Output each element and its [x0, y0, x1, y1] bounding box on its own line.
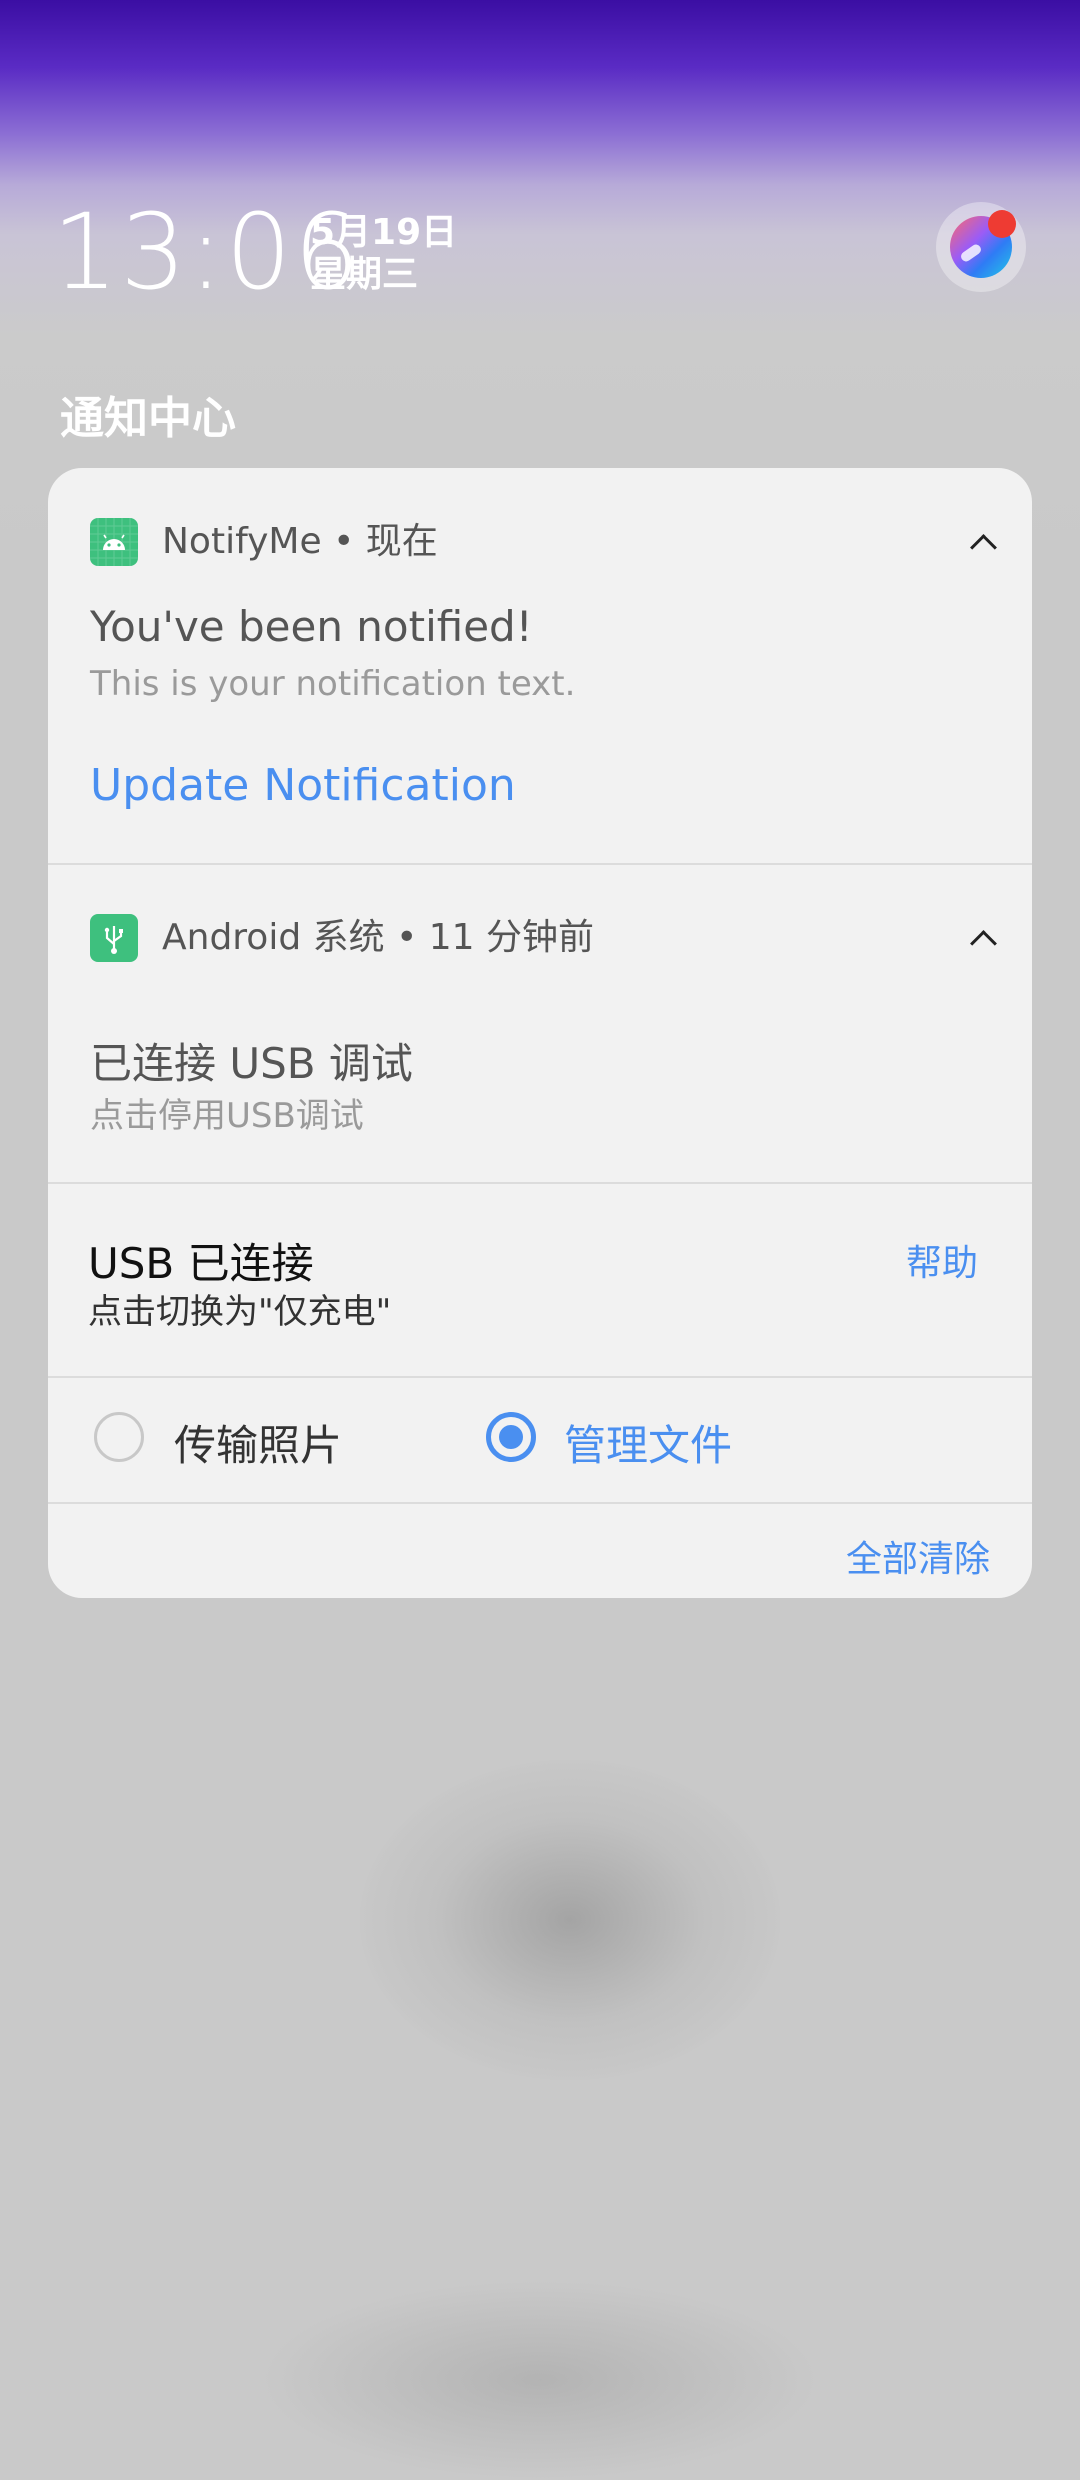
wallpaper-shadow-bottom [260, 2280, 820, 2480]
weekday-text: 星期三 [310, 254, 419, 295]
notification-badge [988, 210, 1016, 238]
assistant-avatar-button[interactable] [936, 202, 1026, 292]
notification-time: 现在 [365, 521, 438, 562]
option-label: 管理文件 [564, 1421, 733, 1470]
clear-all-button[interactable]: 全部清除 [846, 1530, 990, 1582]
date-text: 5月19日 [310, 212, 458, 253]
wallpaper-shadow [360, 1760, 780, 2080]
usb-icon [90, 914, 138, 962]
separator-dot: • [333, 521, 366, 562]
chevron-up-icon[interactable] [954, 908, 1014, 968]
app-name: NotifyMe [162, 521, 322, 562]
notification-card: NotifyMe • 现在 You've been notified! This… [48, 468, 1032, 1598]
notification-app-line: NotifyMe • 现在 [162, 512, 438, 572]
divider [48, 1182, 1032, 1184]
notification-title: 已连接 USB 调试 [90, 1039, 413, 1088]
usb-title: USB 已连接 [88, 1239, 314, 1288]
radio-checked[interactable] [486, 1412, 536, 1462]
option-label: 传输照片 [174, 1421, 343, 1470]
chevron-up-icon[interactable] [954, 512, 1014, 572]
app-name: Android 系统 [162, 917, 385, 958]
update-notification-button[interactable]: Update Notification [90, 760, 516, 811]
notification-text: 点击停用USB调试 [90, 1096, 364, 1136]
notification-app-line: Android 系统 • 11 分钟前 [162, 908, 594, 968]
divider [48, 863, 1032, 865]
notification-header: NotifyMe • 现在 [48, 512, 1032, 572]
divider [48, 1376, 1032, 1378]
date-block: 5月19日 星期三 [310, 212, 457, 296]
notification-title: You've been notified! [90, 602, 533, 651]
separator-dot: • [396, 917, 429, 958]
help-button[interactable]: 帮助 [906, 1234, 978, 1286]
radio-unchecked[interactable] [94, 1412, 144, 1462]
notification-time: 11 分钟前 [428, 917, 595, 958]
notification-header: Android 系统 • 11 分钟前 [48, 908, 1032, 968]
notification-center-title: 通知中心 [60, 393, 236, 444]
divider [48, 1502, 1032, 1504]
usb-subtitle: 点击切换为"仅充电" [88, 1292, 392, 1332]
notification-text: This is your notification text. [90, 664, 576, 704]
android-icon [90, 518, 138, 566]
